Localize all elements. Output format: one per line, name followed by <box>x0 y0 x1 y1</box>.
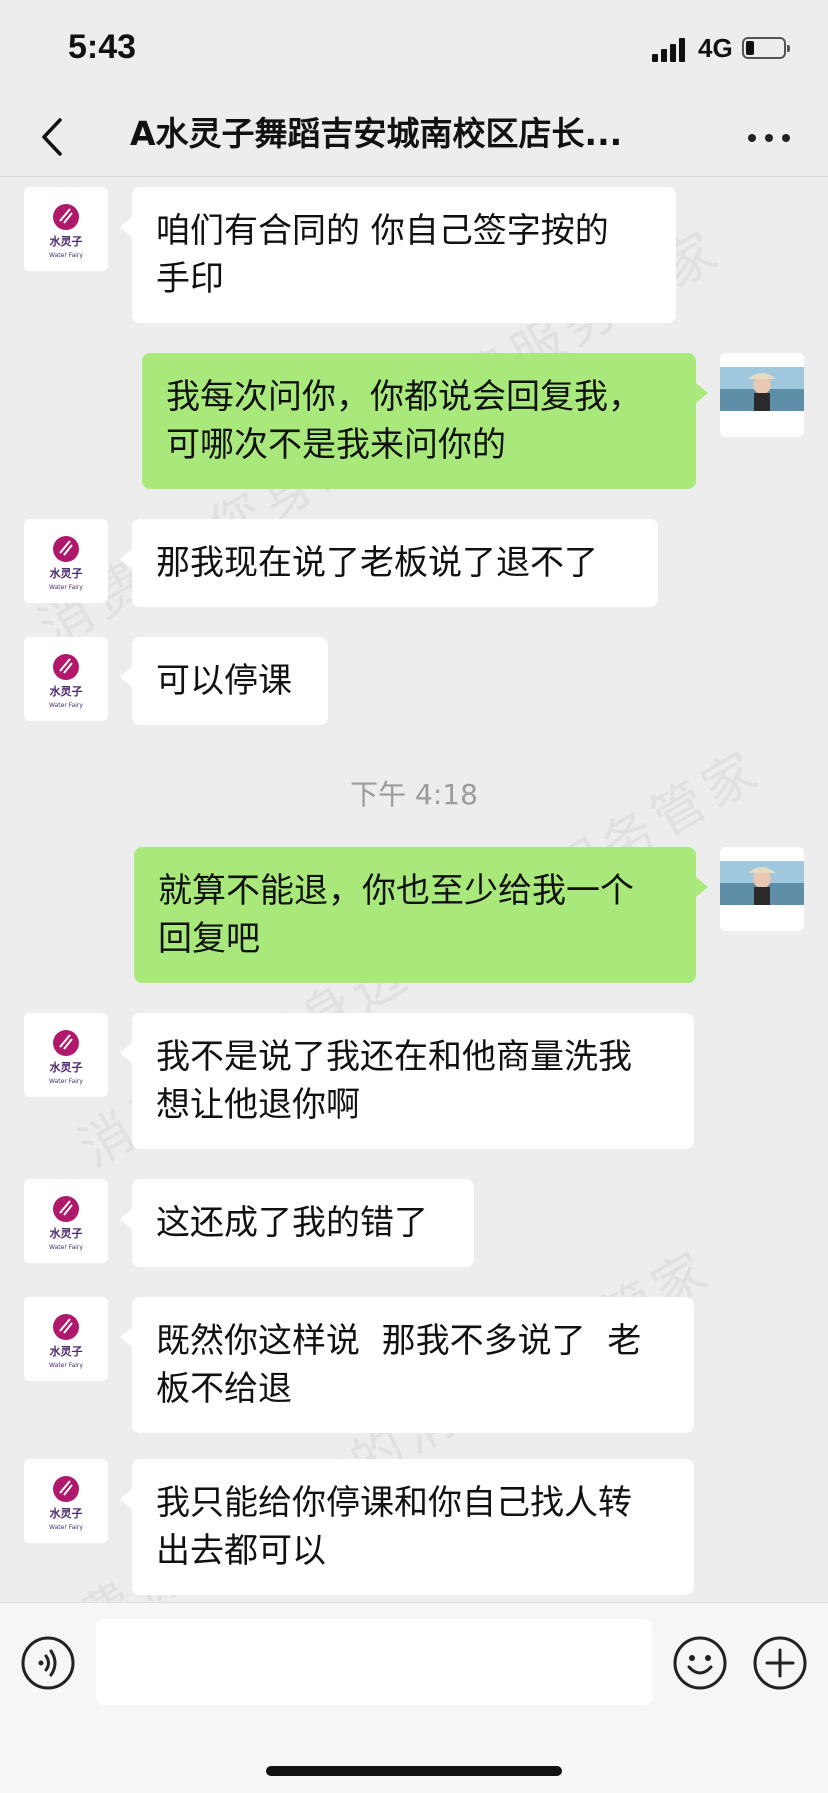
battery-icon <box>742 37 790 59</box>
avatar-user[interactable] <box>720 847 804 931</box>
logo-subtitle: Water Fairy <box>49 1362 83 1369</box>
water-fairy-logo-icon: 水灵子 Water Fairy <box>49 654 83 709</box>
network-type: 4G <box>698 33 733 63</box>
user-photo-icon <box>720 847 804 931</box>
status-time: 5:43 <box>68 28 137 66</box>
avatar-shop-logo[interactable]: 水灵子 Water Fairy <box>24 187 108 271</box>
logo-subtitle: Water Fairy <box>49 1244 83 1251</box>
water-fairy-logo-icon: 水灵子 Water Fairy <box>49 1030 83 1085</box>
avatar-shop-logo[interactable]: 水灵子 Water Fairy <box>24 1459 108 1543</box>
chat-header: A水灵子舞蹈吉安城南校区店长... <box>0 100 828 177</box>
message-bubble[interactable]: 这还成了我的错了 <box>120 1179 474 1267</box>
water-fairy-logo-icon: 水灵子 Water Fairy <box>49 536 83 591</box>
message-bubble[interactable]: 可以停课 <box>120 637 328 725</box>
message-bubble[interactable]: 我每次问你，你都说会回复我， 可哪次不是我来问你的 <box>142 353 708 489</box>
home-indicator[interactable] <box>266 1766 562 1776</box>
message-list[interactable]: 消费保 您身边的消费服务管家 消费保 您身边的消费服务管家 消费保 您身边的消费… <box>0 177 828 1601</box>
voice-icon[interactable] <box>20 1635 76 1691</box>
water-fairy-logo-icon: 水灵子 Water Fairy <box>49 1314 83 1369</box>
logo-subtitle: Water Fairy <box>49 1524 83 1531</box>
logo-subtitle: Water Fairy <box>49 252 83 259</box>
water-fairy-logo-icon: 水灵子 Water Fairy <box>49 1196 83 1251</box>
water-fairy-logo-icon: 水灵子 Water Fairy <box>49 1476 83 1531</box>
message-bubble[interactable]: 既然你这样说 那我不多说了 老 板不给退 <box>120 1297 694 1433</box>
message-input[interactable] <box>96 1619 652 1705</box>
logo-name: 水灵子 <box>50 566 83 580</box>
status-bar: 5:43 4G <box>0 0 828 100</box>
user-photo-icon <box>720 353 804 437</box>
input-bar <box>0 1602 828 1793</box>
logo-subtitle: Water Fairy <box>49 1078 83 1085</box>
avatar-shop-logo[interactable]: 水灵子 Water Fairy <box>24 519 108 603</box>
logo-name: 水灵子 <box>50 234 83 248</box>
avatar-user[interactable] <box>720 353 804 437</box>
avatar-shop-logo[interactable]: 水灵子 Water Fairy <box>24 1297 108 1381</box>
logo-name: 水灵子 <box>50 684 83 698</box>
message-bubble[interactable]: 咱们有合同的 你自己签字按的 手印 <box>120 187 676 323</box>
avatar-shop-logo[interactable]: 水灵子 Water Fairy <box>24 1179 108 1263</box>
chat-title: A水灵子舞蹈吉安城南校区店长... <box>130 114 623 153</box>
message-bubble[interactable]: 我不是说了我还在和他商量洗我 想让他退你啊 <box>120 1013 694 1149</box>
emoji-icon[interactable] <box>672 1635 728 1691</box>
logo-subtitle: Water Fairy <box>49 584 83 591</box>
logo-name: 水灵子 <box>50 1506 83 1520</box>
logo-name: 水灵子 <box>50 1344 83 1358</box>
logo-name: 水灵子 <box>50 1226 83 1240</box>
more-icon[interactable] <box>746 128 792 148</box>
water-fairy-logo-icon: 水灵子 Water Fairy <box>49 204 83 259</box>
message-bubble[interactable]: 我只能给你停课和你自己找人转 出去都可以 <box>120 1459 694 1595</box>
logo-name: 水灵子 <box>50 1060 83 1074</box>
message-timestamp: 下午 4:18 <box>350 778 478 811</box>
avatar-shop-logo[interactable]: 水灵子 Water Fairy <box>24 1013 108 1097</box>
message-bubble[interactable]: 那我现在说了老板说了退不了 <box>120 519 658 607</box>
back-icon[interactable] <box>30 112 80 162</box>
logo-subtitle: Water Fairy <box>49 702 83 709</box>
plus-icon[interactable] <box>752 1635 808 1691</box>
signal-icon <box>652 36 692 62</box>
message-bubble[interactable]: 就算不能退，你也至少给我一个 回复吧 <box>134 847 708 983</box>
avatar-shop-logo[interactable]: 水灵子 Water Fairy <box>24 637 108 721</box>
